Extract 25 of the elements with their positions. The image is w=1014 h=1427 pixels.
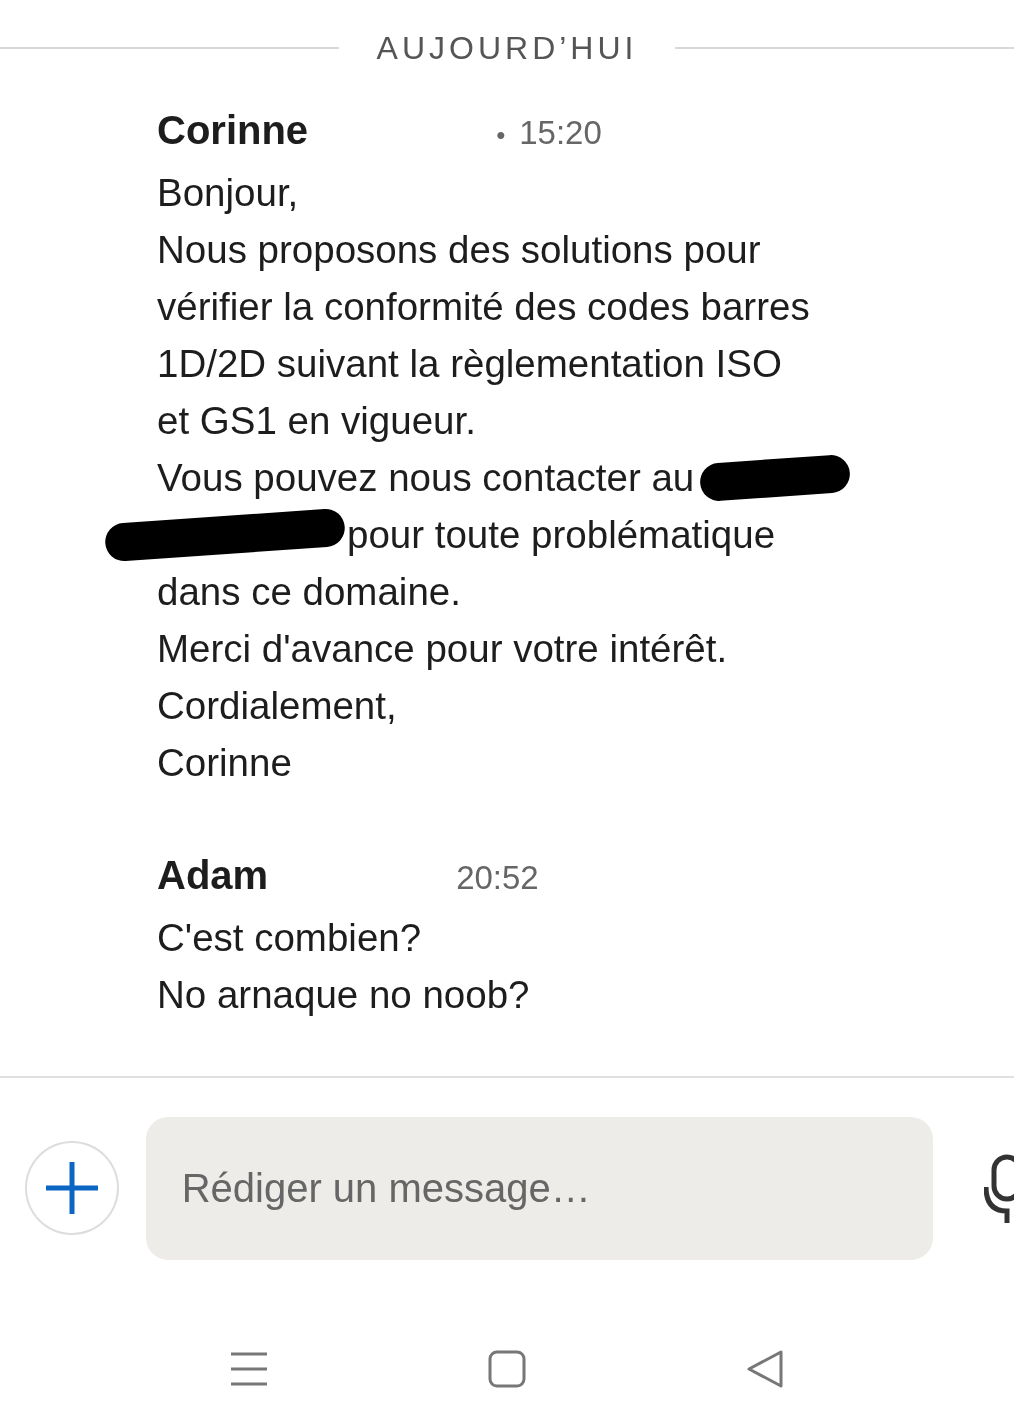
message-time: 20:52 [456,858,539,898]
message-text: C'est combien? [157,915,422,961]
message-text: dans ce domaine. [157,569,461,615]
message-text: Bonjour, [157,170,299,216]
message-text: pour toute problématique [347,512,776,558]
plus-icon [43,1160,100,1216]
message-text: No arnaque no noob? [157,972,530,1018]
message-text: vérifier la conformité des codes barres [157,284,810,330]
message-text: Vous pouvez nous contacter au [157,455,695,501]
message-text: et GS1 en vigueur. [157,398,476,444]
separator-dot: • [496,119,506,152]
day-divider-label: AUJOURD’HUI [376,29,638,68]
message-input-field[interactable]: Rédiger un message… [145,1116,933,1260]
message-text: 1D/2D suivant la règlementation ISO [157,341,782,387]
sender-name: Corinne [157,107,309,154]
message-text: Cordialement, [157,683,397,729]
sender-name: Adam [157,852,269,899]
message-text: Merci d'avance pour votre intérêt. [157,626,728,672]
message-text: Nous proposons des solutions pour [157,227,761,273]
message-text: Corinne [157,740,292,786]
menu-icon [229,1351,269,1387]
triangle-icon [746,1349,784,1389]
message-time: 15:20 [519,113,602,153]
microphone-icon[interactable] [984,1153,1014,1223]
square-icon [488,1350,526,1388]
